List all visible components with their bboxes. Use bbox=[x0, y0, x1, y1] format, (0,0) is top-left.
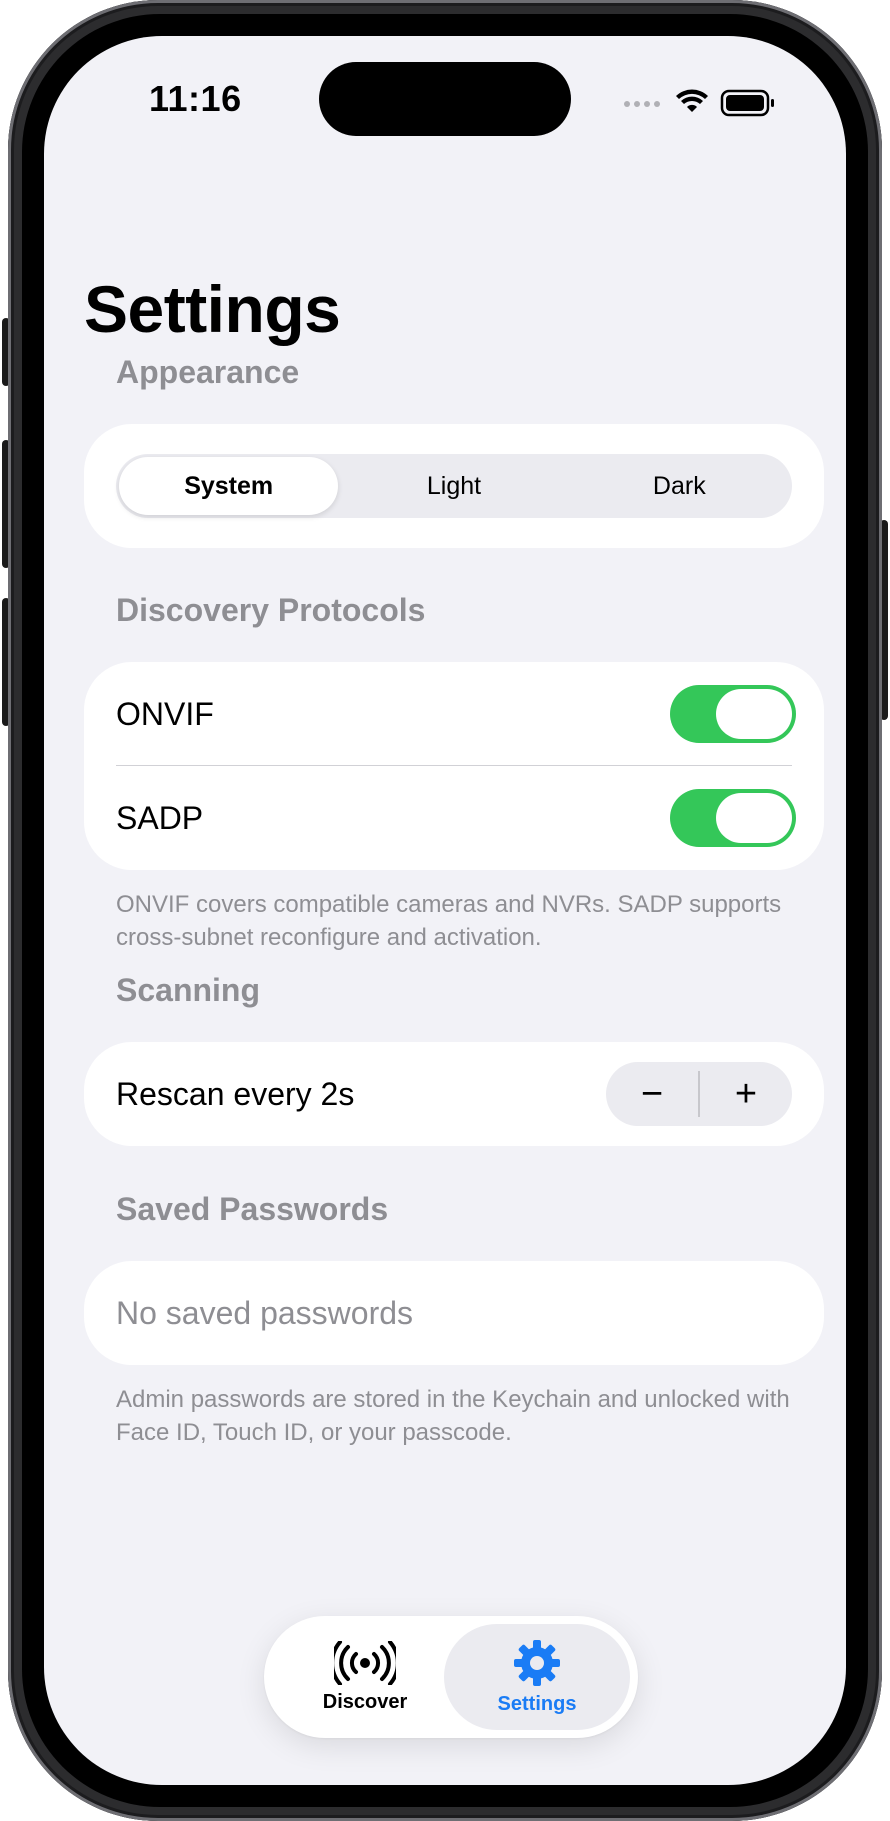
segment-dark[interactable]: Dark bbox=[570, 457, 789, 515]
sadp-toggle[interactable] bbox=[670, 789, 796, 847]
onvif-row: ONVIF bbox=[116, 685, 796, 743]
passwords-footnote: Admin passwords are stored in the Keycha… bbox=[116, 1386, 790, 1446]
segment-light[interactable]: Light bbox=[344, 457, 563, 515]
tab-settings[interactable]: Settings bbox=[444, 1624, 630, 1730]
tab-settings-label: Settings bbox=[497, 1692, 577, 1715]
scanning-card: Rescan every 2s − + bbox=[84, 1042, 824, 1146]
status-icons bbox=[622, 88, 782, 118]
passwords-header: Saved Passwords bbox=[116, 1191, 389, 1227]
onvif-label: ONVIF bbox=[116, 695, 214, 732]
discovery-card: ONVIF SADP bbox=[84, 662, 824, 870]
rescan-stepper: − + bbox=[606, 1062, 792, 1126]
onvif-toggle-knob bbox=[716, 689, 792, 739]
onvif-toggle[interactable] bbox=[670, 685, 796, 743]
passwords-card: No saved passwords bbox=[84, 1261, 824, 1365]
passwords-empty-label: No saved passwords bbox=[116, 1294, 414, 1331]
phone-frame: 11:16 Settings Appearance System Light D… bbox=[2, 0, 888, 1821]
tab-discover-label: Discover bbox=[322, 1690, 408, 1713]
status-time: 11:16 bbox=[149, 78, 242, 119]
protocol-divider bbox=[116, 765, 792, 766]
dynamic-island bbox=[319, 62, 571, 136]
appearance-header: Appearance bbox=[116, 354, 300, 390]
status-icons-svg bbox=[624, 89, 774, 117]
tab-bar: Discover Settings bbox=[264, 1616, 638, 1738]
screen: 11:16 Settings Appearance System Light D… bbox=[44, 36, 846, 1785]
discovery-footnote: ONVIF covers compatible cameras and NVRs… bbox=[116, 891, 782, 951]
increment-button[interactable]: + bbox=[700, 1062, 792, 1126]
rescan-label: Rescan every 2s bbox=[116, 1075, 355, 1112]
sadp-toggle-knob bbox=[716, 793, 792, 843]
gear-icon bbox=[514, 1639, 560, 1686]
sadp-row: SADP bbox=[116, 789, 796, 847]
sadp-label: SADP bbox=[116, 799, 204, 836]
page-title: Settings bbox=[84, 272, 341, 346]
decrement-button[interactable]: − bbox=[606, 1062, 698, 1126]
battery-icon bbox=[720, 89, 774, 117]
scanning-header: Scanning bbox=[116, 972, 261, 1008]
appearance-card: System Light Dark bbox=[84, 424, 824, 548]
wifi-icon bbox=[676, 89, 708, 112]
cellular-signal-icon bbox=[624, 101, 660, 107]
segment-system[interactable]: System bbox=[119, 457, 339, 515]
antenna-broadcast-icon bbox=[334, 1640, 396, 1685]
discovery-header: Discovery Protocols bbox=[116, 592, 426, 628]
passwords-empty-row: No saved passwords bbox=[116, 1285, 792, 1341]
tab-discover[interactable]: Discover bbox=[272, 1624, 458, 1730]
appearance-segmented-control: System Light Dark bbox=[116, 454, 792, 518]
